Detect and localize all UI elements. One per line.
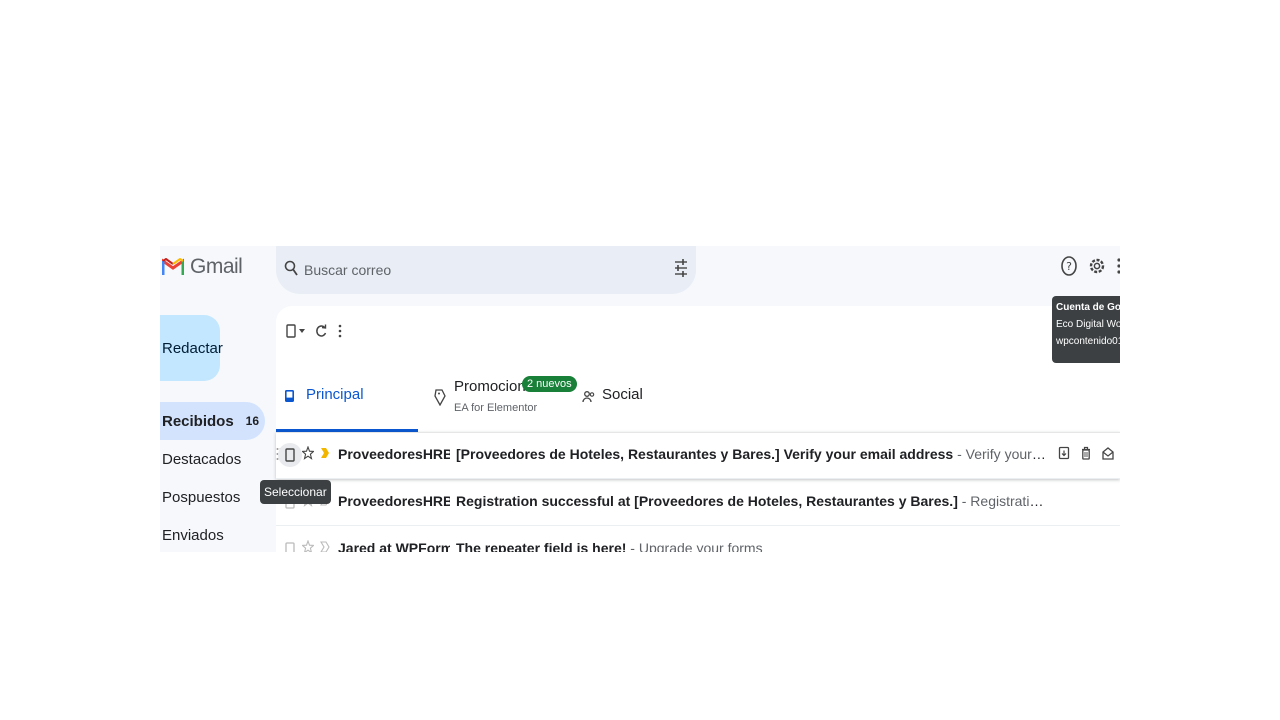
select-tooltip: Seleccionar xyxy=(260,480,331,504)
account-name: Eco Digital WordP xyxy=(1056,319,1120,330)
top-right-icons: ? xyxy=(1060,256,1120,276)
people-icon xyxy=(582,391,595,403)
email-subject: Registration successful at [Proveedores … xyxy=(456,493,958,509)
email-sender: Jared at WPForms xyxy=(338,540,450,552)
email-row[interactable]: ProveedoresHRB Registration successful a… xyxy=(276,479,1120,526)
sidebar-item-label: Pospuestos xyxy=(162,488,241,506)
tab-subtitle: EA for Elementor xyxy=(454,402,538,414)
sidebar-item-destacados[interactable]: Destacados xyxy=(160,440,270,478)
star-icon[interactable] xyxy=(302,446,314,460)
gear-icon[interactable] xyxy=(1088,256,1106,276)
row-checkbox[interactable] xyxy=(278,443,302,467)
new-badge: 2 nuevos xyxy=(522,376,577,392)
tab-principal[interactable]: Principal xyxy=(276,366,418,432)
email-subject-line: Registration successful at [Proveedores … xyxy=(456,493,1046,509)
gmail-logo-text: Gmail xyxy=(190,255,243,278)
gmail-window: Gmail ? Redactar Rec xyxy=(160,246,1120,552)
email-sender: ProveedoresHRB xyxy=(338,446,450,462)
tab-social[interactable]: Social xyxy=(580,366,680,432)
important-marker-icon[interactable] xyxy=(320,446,330,460)
compose-button[interactable]: Redactar xyxy=(160,315,223,381)
sidebar-item-label: Enviados xyxy=(162,526,224,544)
more-vert-icon[interactable] xyxy=(337,324,343,338)
tab-promociones[interactable]: Promocion… 2 nuevos EA for Elementor xyxy=(428,366,578,432)
star-icon[interactable] xyxy=(302,540,314,552)
account-email: wpcontenido019@ xyxy=(1056,336,1120,347)
refresh-icon[interactable] xyxy=(315,324,327,338)
svg-text:?: ? xyxy=(1066,260,1072,273)
gmail-logo[interactable]: Gmail xyxy=(162,252,243,282)
search-bar xyxy=(276,246,696,294)
email-sender: ProveedoresHRB xyxy=(338,493,450,509)
sidebar-item-label: Destacados xyxy=(162,450,242,468)
account-tooltip: Cuenta de Google Eco Digital WordP wpcon… xyxy=(1052,296,1120,363)
email-subject-line: The repeater field is here! - Upgrade yo… xyxy=(456,540,1046,552)
search-filter-icon[interactable] xyxy=(674,258,688,278)
delete-icon[interactable] xyxy=(1080,446,1092,460)
email-list: ProveedoresHRB [Proveedores de Hoteles, … xyxy=(276,432,1120,552)
email-snippet: - Registration successful Hi CPrani2 You… xyxy=(961,493,1046,509)
search-icon[interactable] xyxy=(284,260,298,276)
email-subject: The repeater field is here! xyxy=(456,540,627,552)
row-actions xyxy=(1058,446,1114,460)
email-snippet: - Verify your email address Hello Carla … xyxy=(957,446,1046,462)
tab-label: Social xyxy=(602,386,643,403)
sidebar-item-label: Recibidos xyxy=(162,412,234,430)
gmail-m-icon xyxy=(162,258,184,275)
sidebar-item-pospuestos[interactable]: Pospuestos xyxy=(160,478,270,516)
tag-icon xyxy=(434,389,446,406)
email-row[interactable]: Jared at WPForms The repeater field is h… xyxy=(276,526,1120,552)
archive-icon[interactable] xyxy=(1058,446,1070,460)
email-subject-line: [Proveedores de Hoteles, Restaurantes y … xyxy=(456,446,1046,462)
account-tooltip-title: Cuenta de Google xyxy=(1056,302,1120,313)
help-icon[interactable]: ? xyxy=(1060,256,1078,276)
category-tabs: Principal Promocion… 2 nuevos EA for Ele… xyxy=(276,366,1120,433)
list-toolbar xyxy=(286,324,343,338)
email-row[interactable]: ProveedoresHRB [Proveedores de Hoteles, … xyxy=(276,432,1120,479)
mark-read-icon[interactable] xyxy=(1102,446,1114,460)
unread-count: 16 xyxy=(245,414,259,428)
inbox-icon xyxy=(285,390,294,402)
more-vert-icon[interactable] xyxy=(1116,256,1120,276)
tab-label: Principal xyxy=(306,386,364,403)
sidebar-nav: Recibidos 16 Destacados Pospuestos Envia… xyxy=(160,402,270,552)
mail-list-panel: Principal Promocion… 2 nuevos EA for Ele… xyxy=(276,306,1120,552)
caret-down-icon xyxy=(299,329,305,333)
sidebar-item-enviados[interactable]: Enviados xyxy=(160,516,270,552)
checkbox-icon xyxy=(285,448,295,462)
checkbox-icon xyxy=(285,542,295,552)
sidebar-item-recibidos[interactable]: Recibidos 16 xyxy=(160,402,265,440)
select-all-checkbox[interactable] xyxy=(286,324,305,338)
search-input[interactable] xyxy=(302,258,666,282)
checkbox-icon xyxy=(286,324,296,338)
important-marker-icon[interactable] xyxy=(320,540,330,552)
row-checkbox[interactable] xyxy=(280,539,300,552)
email-snippet: - Upgrade your forms xyxy=(626,540,763,552)
email-subject: [Proveedores de Hoteles, Restaurantes y … xyxy=(456,446,954,462)
